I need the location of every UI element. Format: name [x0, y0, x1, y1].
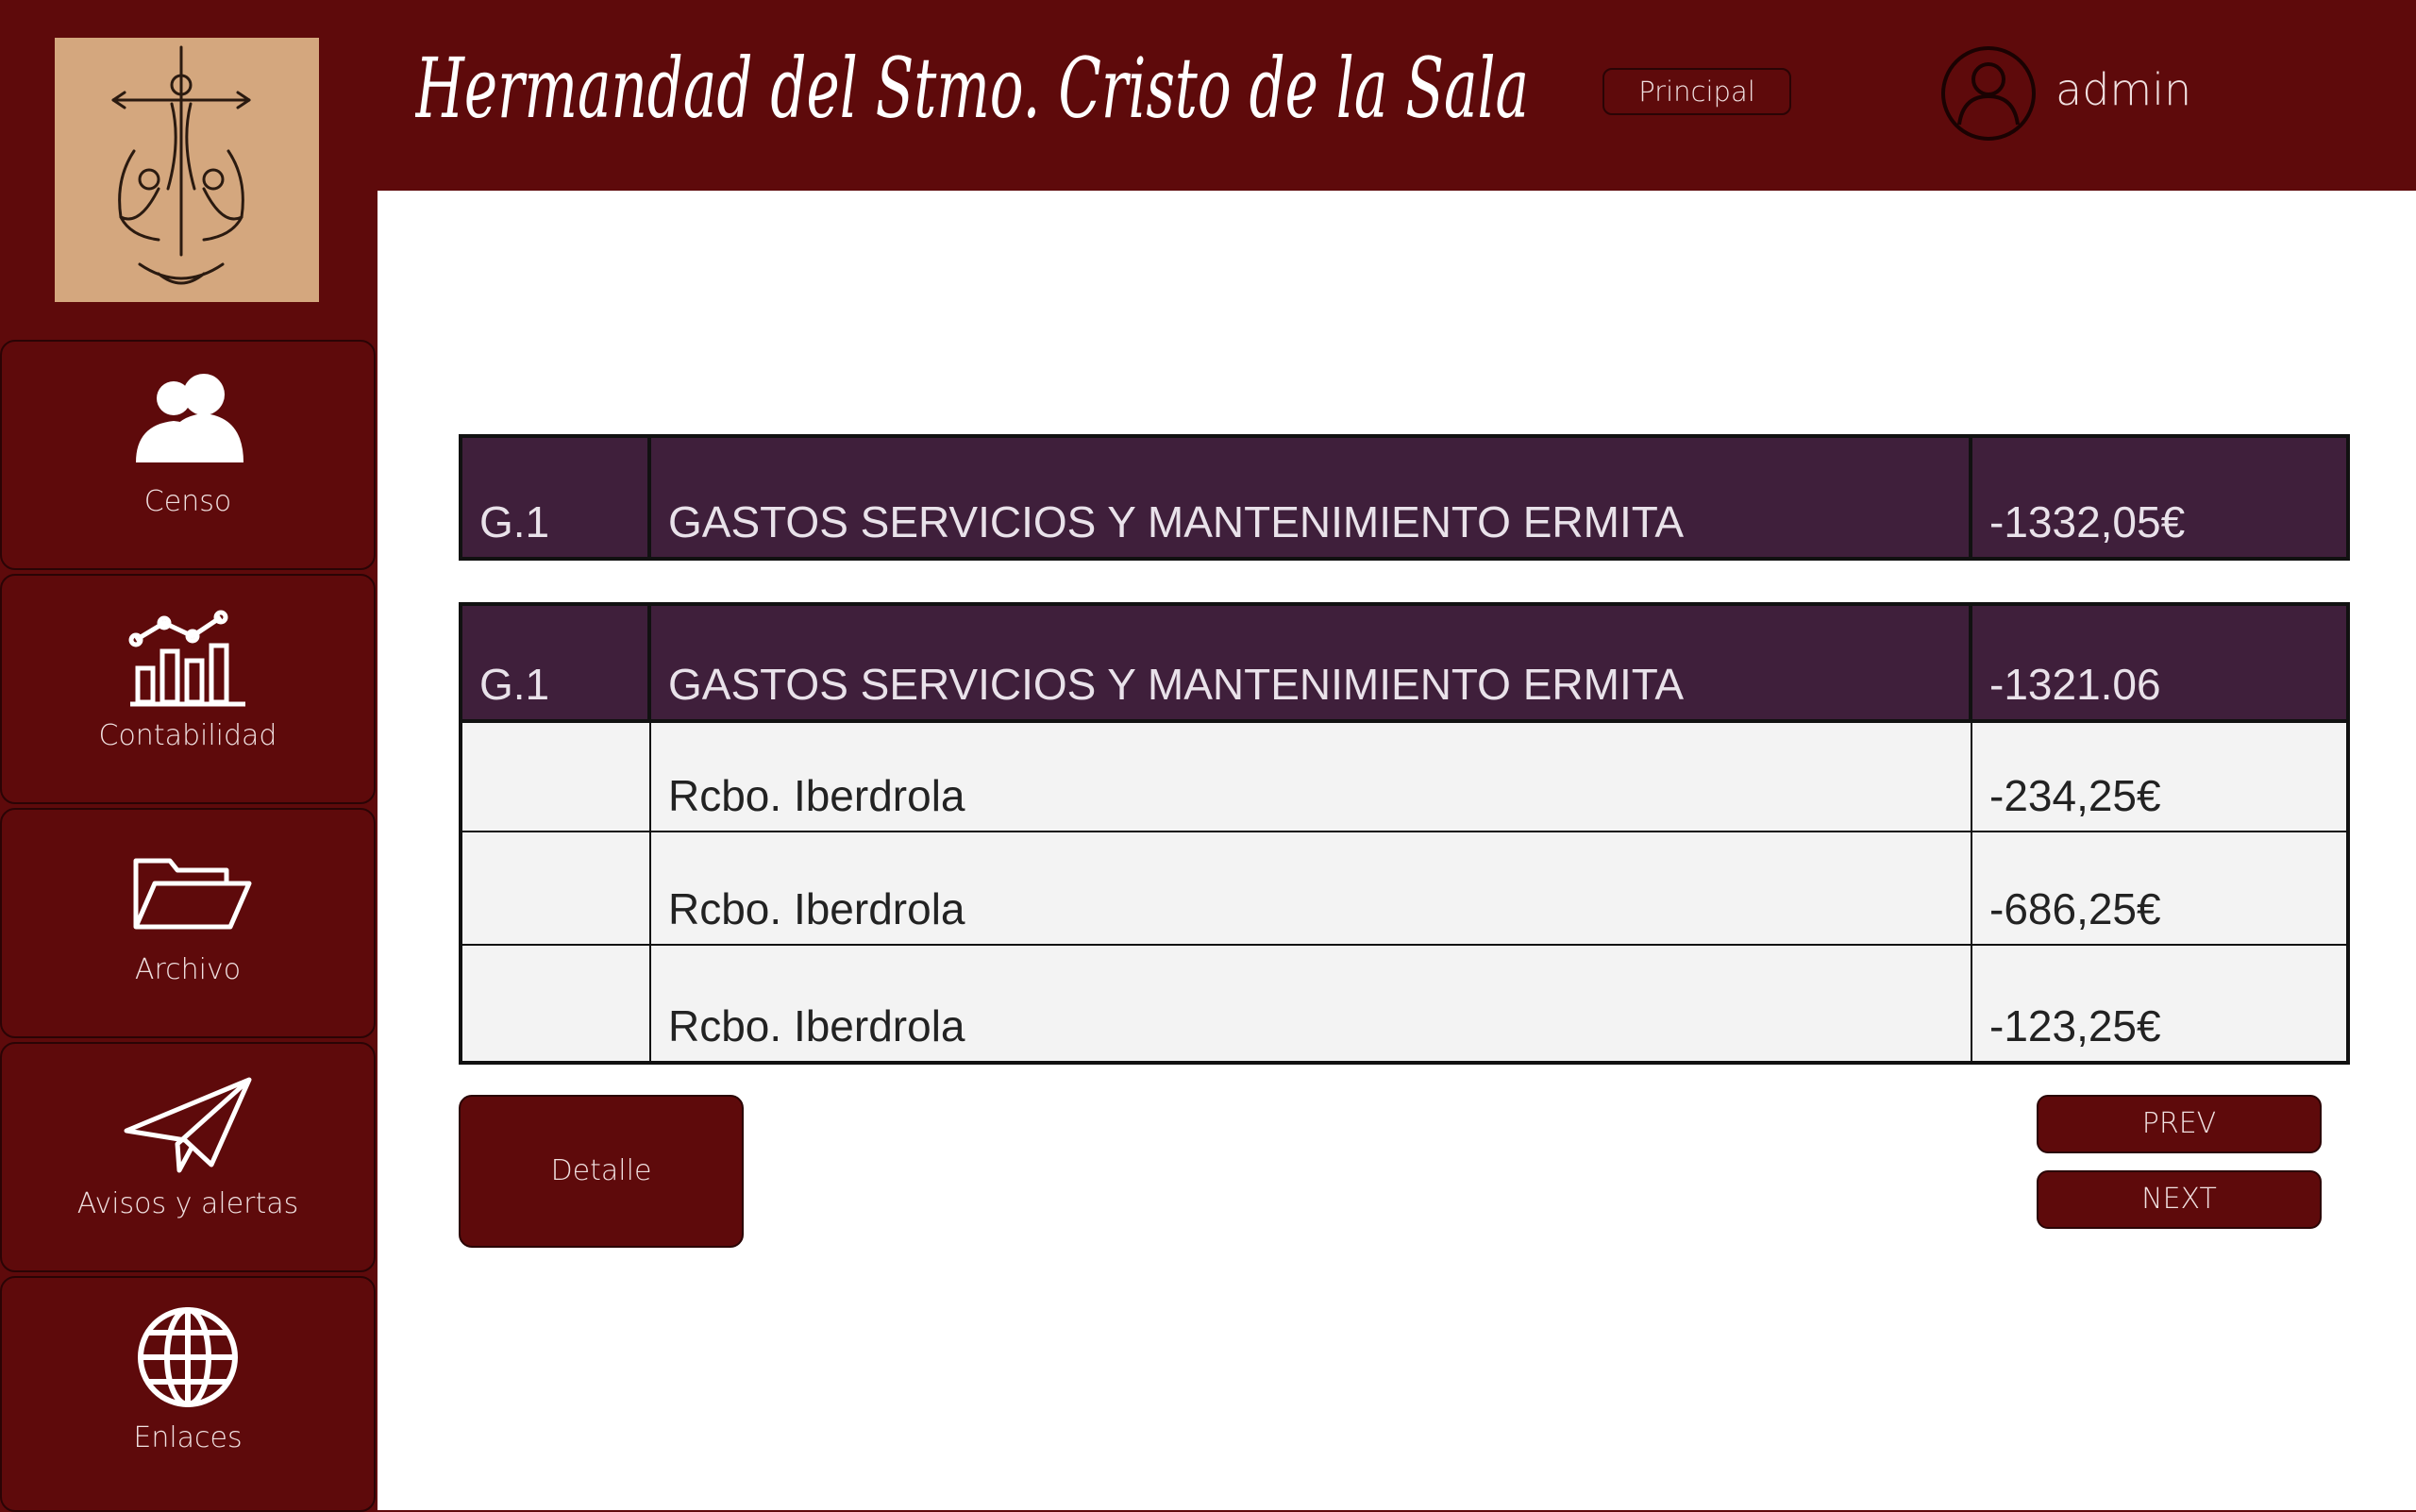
sidebar-item-label: Censo [143, 485, 232, 518]
detail-table: G.1 GASTOS SERVICIOS Y MANTENIMIENTO ERM… [459, 602, 2350, 1065]
summary-amount-cell: -1332,05€ [1989, 497, 2186, 546]
folder-icon [117, 836, 259, 942]
table-row[interactable]: Rcbo. Iberdrola -123,25€ [462, 946, 2346, 1061]
prev-button[interactable]: PREV [2037, 1095, 2322, 1153]
paper-plane-icon [117, 1070, 259, 1176]
row-description-cell: Rcbo. Iberdrola [651, 832, 1972, 944]
sidebar-item-archivo[interactable]: Archivo [0, 808, 376, 1038]
username: admin [2055, 64, 2192, 115]
row-code-cell [462, 719, 651, 831]
row-code-cell [462, 832, 651, 944]
sidebar-item-avisos[interactable]: Avisos y alertas [0, 1042, 376, 1272]
next-button[interactable]: NEXT [2037, 1170, 2322, 1229]
summary-code-cell: G.1 [462, 438, 651, 557]
page-title: Hermandad del Stmo. Cristo de la Sala [414, 11, 1548, 172]
brotherhood-logo [55, 38, 319, 302]
summary-description-cell: GASTOS SERVICIOS Y MANTENIMIENTO ERMITA [651, 438, 1972, 557]
sidebar-item-label: Avisos y alertas [76, 1187, 299, 1220]
user-avatar-icon[interactable] [1940, 45, 2037, 142]
globe-icon [117, 1304, 259, 1410]
sidebar-item-label: Contabilidad [98, 719, 277, 752]
table-row[interactable]: Rcbo. Iberdrola -686,25€ [462, 832, 2346, 946]
row-code-cell [462, 946, 651, 1061]
header-amount-cell: -1321.06 [1989, 660, 2161, 709]
detalle-button[interactable]: Detalle [459, 1095, 744, 1248]
summary-table: G.1 GASTOS SERVICIOS Y MANTENIMIENTO ERM… [459, 434, 2350, 561]
row-amount-cell: -234,25€ [1989, 771, 2161, 820]
sidebar-item-enlaces[interactable]: Enlaces [0, 1276, 376, 1512]
svg-text:Hermandad del Stmo. Cristo de: Hermandad del Stmo. Cristo de la Sala [415, 40, 1529, 137]
crucifix-logo-icon [111, 45, 251, 285]
table-row[interactable]: Rcbo. Iberdrola -234,25€ [462, 719, 2346, 832]
sidebar-item-contabilidad[interactable]: Contabilidad [0, 574, 376, 804]
sidebar-item-censo[interactable]: Censo [0, 340, 376, 570]
row-amount-cell: -686,25€ [1989, 884, 2161, 933]
row-amount-cell: -123,25€ [1989, 1001, 2161, 1050]
sidebar-item-label: Archivo [134, 953, 242, 986]
header-description-cell: GASTOS SERVICIOS Y MANTENIMIENTO ERMITA [651, 606, 1972, 719]
detail-table-header: G.1 GASTOS SERVICIOS Y MANTENIMIENTO ERM… [462, 606, 2346, 723]
chart-icon [117, 602, 259, 708]
sidebar-item-label: Enlaces [133, 1421, 243, 1454]
row-description-cell: Rcbo. Iberdrola [651, 719, 1972, 831]
users-icon [117, 368, 259, 474]
main-panel: G.1 GASTOS SERVICIOS Y MANTENIMIENTO ERM… [378, 191, 2416, 1510]
row-description-cell: Rcbo. Iberdrola [651, 946, 1972, 1061]
header-code-cell: G.1 [462, 606, 651, 719]
principal-button[interactable]: Principal [1602, 68, 1791, 115]
